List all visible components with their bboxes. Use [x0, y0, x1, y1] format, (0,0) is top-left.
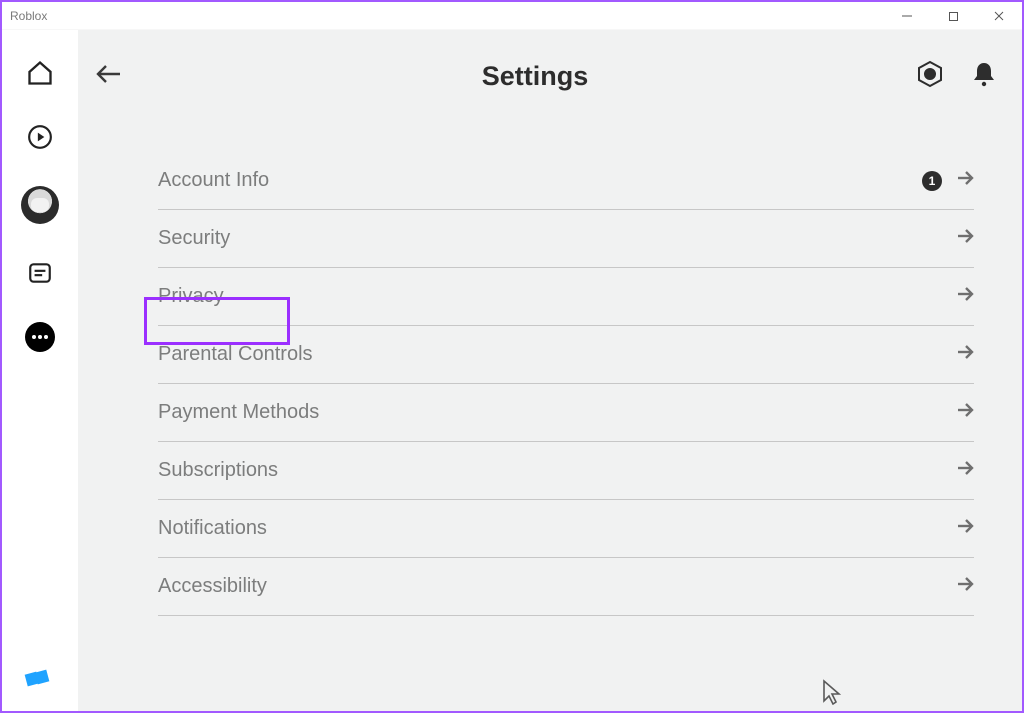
settings-item-label: Notifications	[158, 517, 267, 540]
settings-item-label: Account Info	[158, 169, 269, 192]
robux-icon[interactable]	[916, 60, 944, 93]
discover-icon[interactable]	[25, 122, 55, 152]
window-minimize-button[interactable]	[884, 2, 930, 30]
notification-badge: 1	[922, 171, 942, 191]
window-close-button[interactable]	[976, 2, 1022, 30]
settings-item-parental-controls[interactable]: Parental Controls	[158, 326, 974, 384]
back-button[interactable]	[94, 62, 124, 91]
chevron-right-icon	[956, 517, 974, 540]
settings-item-accessibility[interactable]: Accessibility	[158, 558, 974, 616]
settings-item-label: Security	[158, 227, 230, 250]
chevron-right-icon	[956, 285, 974, 308]
roblox-studio-icon[interactable]	[24, 665, 52, 693]
avatar-icon[interactable]	[21, 186, 59, 224]
notifications-icon[interactable]	[972, 61, 996, 92]
settings-item-notifications[interactable]: Notifications	[158, 500, 974, 558]
cursor-icon	[822, 679, 842, 705]
window-titlebar: Roblox	[2, 2, 1022, 30]
sidebar	[2, 30, 78, 711]
chevron-right-icon	[956, 401, 974, 424]
messages-icon[interactable]	[25, 258, 55, 288]
settings-item-subscriptions[interactable]: Subscriptions	[158, 442, 974, 500]
settings-list: Account Info 1 Security Privacy	[158, 152, 974, 616]
chevron-right-icon	[956, 227, 974, 250]
settings-item-label: Privacy	[158, 285, 224, 308]
chevron-right-icon	[956, 343, 974, 366]
settings-item-payment-methods[interactable]: Payment Methods	[158, 384, 974, 442]
settings-item-privacy[interactable]: Privacy	[158, 268, 974, 326]
settings-item-label: Subscriptions	[158, 459, 278, 482]
more-icon[interactable]	[25, 322, 55, 352]
window-maximize-button[interactable]	[930, 2, 976, 30]
page-header: Settings	[78, 30, 1022, 122]
chevron-right-icon	[956, 169, 974, 192]
main-content: Settings Account Info 1	[78, 30, 1022, 711]
page-title: Settings	[154, 61, 916, 92]
chevron-right-icon	[956, 575, 974, 598]
chevron-right-icon	[956, 459, 974, 482]
window-controls	[884, 2, 1022, 29]
settings-item-label: Accessibility	[158, 575, 267, 598]
settings-item-label: Parental Controls	[158, 343, 313, 366]
settings-item-account-info[interactable]: Account Info 1	[158, 152, 974, 210]
settings-item-label: Payment Methods	[158, 401, 319, 424]
window-title: Roblox	[10, 9, 47, 23]
settings-item-security[interactable]: Security	[158, 210, 974, 268]
home-icon[interactable]	[25, 58, 55, 88]
